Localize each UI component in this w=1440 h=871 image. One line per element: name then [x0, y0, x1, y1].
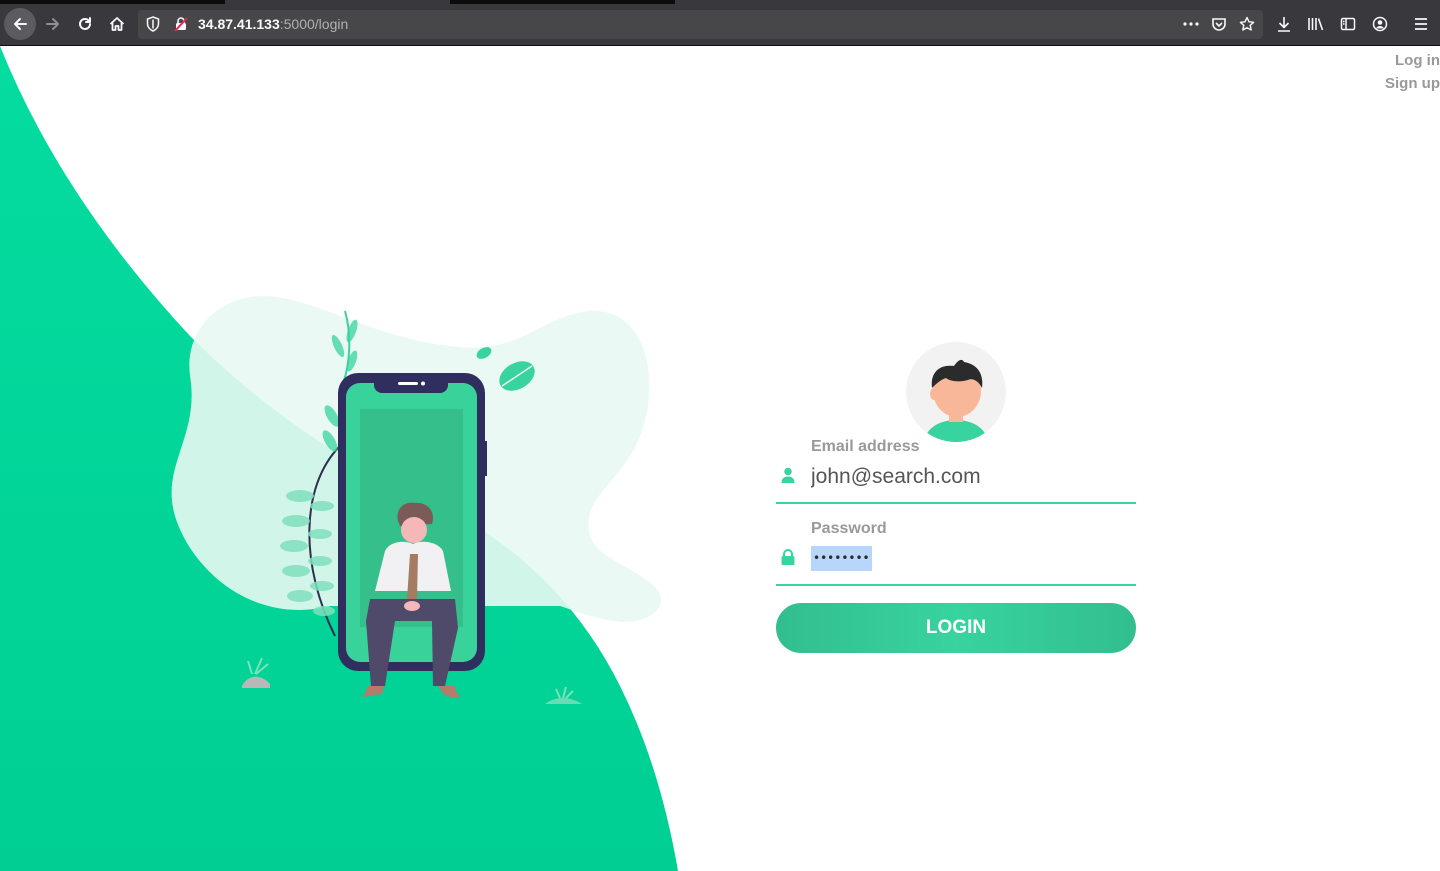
signup-link[interactable]: Sign up [1385, 72, 1440, 95]
reload-button[interactable] [69, 8, 101, 40]
browser-tab[interactable] [225, 0, 450, 4]
bookmark-star-icon[interactable] [1239, 16, 1255, 32]
email-label: Email address [811, 438, 920, 455]
downloads-icon[interactable] [1274, 14, 1294, 34]
url-path: :5000/login [279, 16, 349, 32]
login-link[interactable]: Log in [1385, 49, 1440, 72]
phone-illustration [171, 296, 661, 704]
login-button[interactable]: LOGIN [776, 603, 1136, 653]
email-underline [776, 502, 1136, 504]
browser-toolbar: 34.87.41.133:5000/login [0, 0, 1440, 46]
page-content: Log in Sign up Email address john@search… [0, 46, 1440, 871]
avatar [906, 342, 1006, 442]
sidebar-icon[interactable] [1338, 14, 1358, 34]
back-button[interactable] [4, 8, 36, 40]
menu-icon[interactable] [1411, 14, 1431, 34]
browser-tab[interactable] [675, 0, 1440, 4]
insecure-lock-icon[interactable] [173, 16, 189, 32]
password-field: Password •••••••• [776, 518, 1136, 588]
header-nav: Log in Sign up [1385, 49, 1440, 95]
library-icon[interactable] [1306, 14, 1326, 34]
shield-icon[interactable] [145, 16, 161, 32]
lock-icon [780, 548, 796, 566]
password-underline [776, 584, 1136, 586]
email-input[interactable] [811, 460, 1131, 494]
more-actions-icon[interactable] [1183, 16, 1199, 32]
forward-button[interactable] [37, 8, 69, 40]
home-button[interactable] [101, 8, 133, 40]
reload-icon [79, 17, 91, 30]
user-avatar-icon [906, 342, 1006, 442]
user-icon [780, 466, 796, 484]
password-label: Password [811, 520, 887, 537]
url-text[interactable]: 34.87.41.133:5000/login [198, 16, 348, 32]
back-arrow-icon [14, 18, 27, 30]
url-host: 34.87.41.133 [198, 16, 280, 32]
email-field: Email address [776, 436, 1136, 506]
url-bar[interactable]: 34.87.41.133:5000/login [138, 10, 1263, 39]
password-input[interactable]: •••••••• [811, 546, 872, 571]
account-icon[interactable] [1370, 14, 1390, 34]
forward-arrow-icon [46, 18, 59, 30]
tab-strip [0, 0, 1440, 4]
home-icon [109, 17, 125, 31]
pocket-icon[interactable] [1211, 16, 1227, 32]
